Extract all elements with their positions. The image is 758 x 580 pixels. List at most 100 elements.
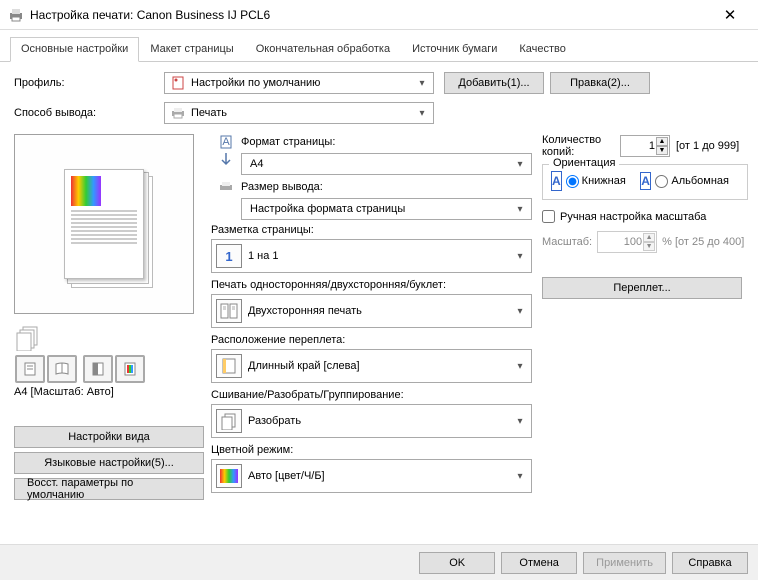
- profile-doc-icon: [169, 75, 187, 91]
- ok-button[interactable]: OK: [419, 552, 495, 574]
- page-size-value: A4: [246, 158, 513, 170]
- printer-small-icon: [169, 105, 187, 121]
- tab-paper-source[interactable]: Источник бумаги: [401, 37, 508, 62]
- stitch-select[interactable]: Разобрать ▾: [211, 404, 532, 438]
- preview-color-bw-icon[interactable]: [83, 355, 113, 383]
- tab-quality[interactable]: Качество: [508, 37, 577, 62]
- preview-panel: A4 [Масштаб: Авто] Настройки вида Языков…: [10, 134, 205, 500]
- output-select[interactable]: Печать ▾: [164, 102, 434, 124]
- preview-mode-book-icon[interactable]: [47, 355, 77, 383]
- duplex-value: Двухсторонняя печать: [248, 305, 513, 317]
- restore-defaults-button[interactable]: Восст. параметры по умолчанию: [14, 478, 204, 500]
- tab-finishing[interactable]: Окончательная обработка: [245, 37, 401, 62]
- output-size-icon: [211, 179, 241, 195]
- layout-icon: 1: [216, 244, 242, 268]
- copies-label: Количество копий:: [542, 134, 620, 158]
- chevron-down-icon: ▾: [513, 159, 527, 170]
- tab-main[interactable]: Основные настройки: [10, 37, 139, 62]
- tab-layout[interactable]: Макет страницы: [139, 37, 244, 62]
- language-settings-button[interactable]: Языковые настройки(5)...: [14, 452, 204, 474]
- chevron-down-icon: ▾: [513, 204, 527, 215]
- chevron-down-icon: ▾: [415, 108, 429, 119]
- color-mode-label: Цветной режим:: [211, 444, 532, 456]
- tab-bar: Основные настройки Макет страницы Оконча…: [0, 30, 758, 62]
- spin-down-icon[interactable]: ▼: [656, 146, 668, 155]
- svg-text:A: A: [222, 136, 230, 148]
- printer-icon: [8, 7, 24, 23]
- orientation-legend: Ориентация: [549, 157, 619, 169]
- layout-value: 1 на 1: [248, 250, 513, 262]
- edit-profile-button[interactable]: Правка(2)...: [550, 72, 650, 94]
- color-mode-select[interactable]: Авто [цвет/Ч/Б] ▾: [211, 459, 532, 493]
- title-bar: Настройка печати: Canon Business IJ PCL6…: [0, 0, 758, 30]
- landscape-icon: A: [640, 172, 652, 190]
- duplex-select[interactable]: Двухсторонняя печать ▾: [211, 294, 532, 328]
- scale-value: 100: [624, 236, 642, 248]
- stitch-label: Сшивание/Разобрать/Группирование:: [211, 389, 532, 401]
- scale-stepper: 100 ▲▼: [597, 231, 657, 253]
- preview-mode-page-icon[interactable]: [15, 355, 45, 383]
- chevron-down-icon: ▾: [513, 416, 527, 427]
- layout-select[interactable]: 1 1 на 1 ▾: [211, 239, 532, 273]
- spin-up-icon: ▲: [643, 233, 655, 242]
- view-settings-button[interactable]: Настройки вида: [14, 426, 204, 448]
- manual-scale-label: Ручная настройка масштаба: [560, 211, 706, 223]
- stitch-value: Разобрать: [248, 415, 513, 427]
- output-size-label: Размер вывода:: [241, 181, 532, 193]
- chevron-down-icon: ▾: [513, 471, 527, 482]
- preview-page: [64, 169, 144, 279]
- chevron-down-icon: ▾: [513, 251, 527, 262]
- manual-scale-checkbox[interactable]: [542, 210, 555, 223]
- collate-icon: [216, 409, 242, 433]
- preview-box: [14, 134, 194, 314]
- binding-button[interactable]: Переплет...: [542, 277, 742, 299]
- help-button[interactable]: Справка: [672, 552, 748, 574]
- orientation-group: Ориентация A Книжная A Альбомная: [542, 164, 748, 200]
- chevron-down-icon: ▾: [415, 78, 429, 89]
- page-size-select[interactable]: A4 ▾: [241, 153, 532, 175]
- copies-value: 1: [649, 140, 655, 152]
- duplex-icon: [216, 299, 242, 323]
- page-size-icon: A: [211, 134, 241, 150]
- close-button[interactable]: ✕: [710, 6, 750, 24]
- landscape-label: Альбомная: [671, 175, 729, 187]
- settings-panel: A Формат страницы: A4 ▾ Размер вывода: Н…: [205, 134, 538, 500]
- output-size-value: Настройка формата страницы: [246, 203, 513, 215]
- binding-icon: [216, 354, 242, 378]
- binding-select[interactable]: Длинный край [слева] ▾: [211, 349, 532, 383]
- preview-caption: A4 [Масштаб: Авто]: [14, 386, 201, 398]
- cancel-button[interactable]: Отмена: [501, 552, 577, 574]
- scale-range: % [от 25 до 400]: [662, 236, 744, 248]
- apply-button[interactable]: Применить: [583, 552, 666, 574]
- color-mode-icon: [216, 464, 242, 488]
- portrait-radio[interactable]: Книжная: [566, 175, 626, 188]
- spin-up-icon[interactable]: ▲: [656, 137, 668, 146]
- output-value: Печать: [187, 107, 415, 119]
- window-title: Настройка печати: Canon Business IJ PCL6: [30, 8, 710, 22]
- scale-label: Масштаб:: [542, 236, 592, 248]
- color-mode-value: Авто [цвет/Ч/Б]: [248, 470, 513, 482]
- layout-label: Разметка страницы:: [211, 224, 532, 236]
- add-profile-button[interactable]: Добавить(1)...: [444, 72, 544, 94]
- portrait-icon: A: [551, 171, 562, 191]
- right-panel: Количество копий: 1 ▲▼ [от 1 до 999] Ори…: [538, 134, 748, 500]
- output-label: Способ вывода:: [14, 107, 164, 119]
- spin-down-icon: ▼: [643, 242, 655, 251]
- profile-value: Настройки по умолчанию: [187, 77, 415, 89]
- output-size-select[interactable]: Настройка формата страницы ▾: [241, 198, 532, 220]
- profile-select[interactable]: Настройки по умолчанию ▾: [164, 72, 434, 94]
- down-arrow-icon: [211, 153, 241, 175]
- copies-range: [от 1 до 999]: [676, 140, 739, 152]
- duplex-label: Печать односторонняя/двухсторонняя/букле…: [211, 279, 532, 291]
- landscape-radio[interactable]: Альбомная: [655, 175, 729, 188]
- pages-stack-icon: [14, 324, 44, 352]
- binding-value: Длинный край [слева]: [248, 360, 513, 372]
- page-size-label: Формат страницы:: [241, 136, 532, 148]
- dialog-footer: OK Отмена Применить Справка: [0, 544, 758, 580]
- portrait-label: Книжная: [582, 175, 626, 187]
- chevron-down-icon: ▾: [513, 361, 527, 372]
- preview-color-rgb-icon[interactable]: [115, 355, 145, 383]
- chevron-down-icon: ▾: [513, 306, 527, 317]
- profile-label: Профиль:: [14, 77, 164, 89]
- copies-stepper[interactable]: 1 ▲▼: [620, 135, 670, 157]
